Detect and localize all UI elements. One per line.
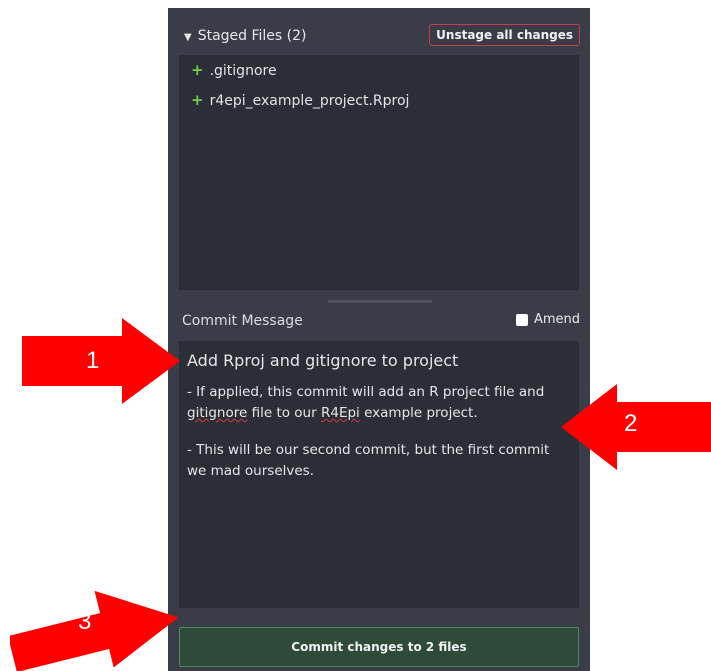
list-item[interactable]: + r4epi_example_project.Rproj (179, 85, 579, 115)
commit-summary: Add Rproj and gitignore to project (187, 351, 459, 370)
file-name: .gitignore (209, 63, 277, 79)
file-name: r4epi_example_project.Rproj (209, 93, 410, 109)
body-text: - If applied, this commit will add an R … (187, 384, 545, 400)
unstage-all-button[interactable]: Unstage all changes (429, 24, 580, 46)
commit-body: - If applied, this commit will add an R … (187, 382, 571, 482)
checkbox-icon[interactable] (515, 313, 528, 326)
plus-icon: + (191, 91, 204, 109)
commit-body-paragraph-1: - If applied, this commit will add an R … (187, 382, 571, 424)
commit-message-label: Commit Message (182, 313, 303, 329)
commit-message-input[interactable]: Add Rproj and gitignore to project - If … (179, 341, 579, 608)
body-text: example project. (359, 405, 478, 421)
misspelled-word: R4Epi (320, 405, 360, 421)
annotation-label-2: 2 (624, 410, 638, 437)
plus-icon: + (191, 61, 204, 79)
caret-down-icon: ▼ (184, 32, 192, 43)
staged-files-header: ▼ Staged Files (2) Unstage all changes (184, 24, 580, 52)
amend-label: Amend (533, 312, 580, 327)
commit-body-paragraph-2: - This will be our second commit, but th… (187, 442, 550, 479)
annotation-label-1: 1 (86, 347, 100, 374)
resize-handle[interactable] (328, 300, 432, 303)
list-item[interactable]: + .gitignore (179, 55, 579, 85)
red-arrow-up-right (10, 590, 179, 671)
annotation-label-3: 3 (78, 608, 92, 635)
red-arrow-right (22, 318, 180, 404)
staged-files-toggle[interactable]: ▼ Staged Files (2) (184, 28, 307, 44)
amend-checkbox[interactable]: Amend (515, 312, 580, 327)
git-commit-panel: ▼ Staged Files (2) Unstage all changes +.… (168, 8, 590, 671)
commit-button[interactable]: Commit changes to 2 files (179, 627, 579, 667)
staged-file-list: + .gitignore + r4epi_example_project.Rproj (179, 55, 579, 290)
body-text: file to our (247, 405, 321, 421)
misspelled-word: gitignore (187, 405, 248, 421)
staged-files-title: Staged Files (2) (197, 28, 307, 44)
